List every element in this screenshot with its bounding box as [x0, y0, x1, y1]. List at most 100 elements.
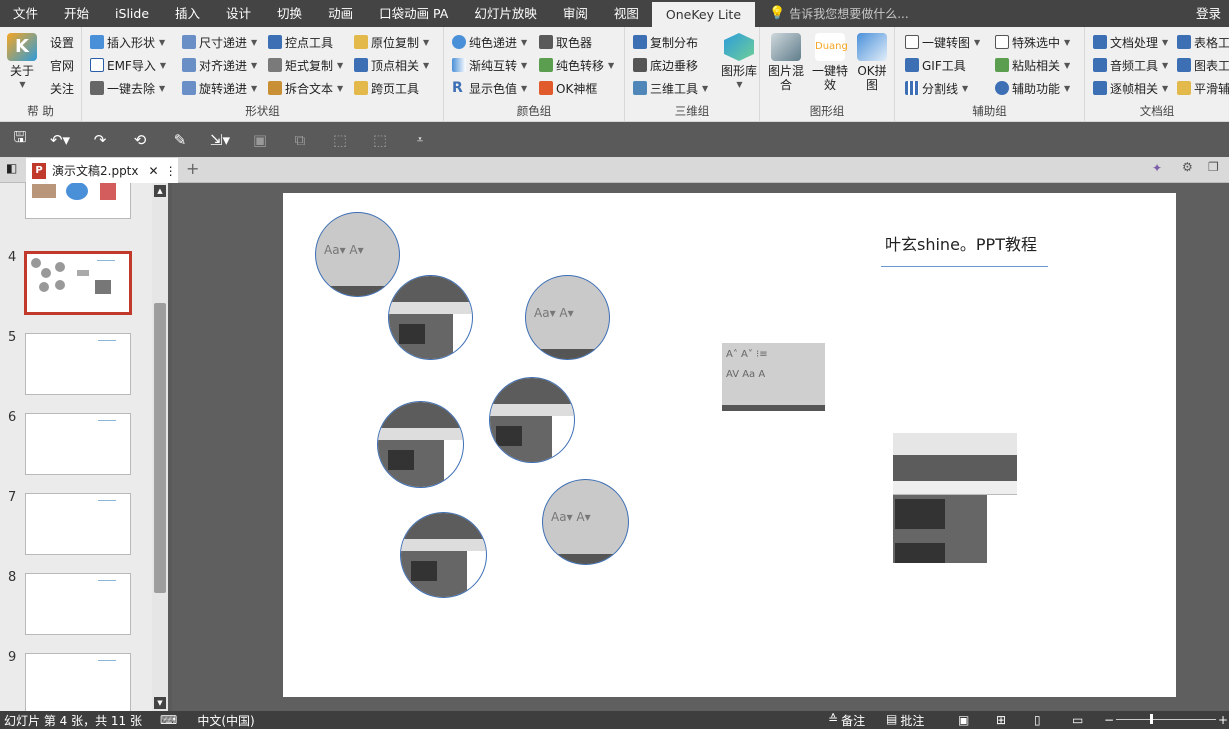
aux-func-button[interactable]: 辅助功能 ▼: [995, 78, 1070, 98]
divider-button[interactable]: 分割线 ▼: [905, 78, 968, 98]
circle-crop-image[interactable]: [388, 275, 473, 360]
slide-thumbnail[interactable]: [25, 333, 131, 395]
size-step-button[interactable]: 尺寸递进 ▼: [182, 32, 257, 52]
notes-button[interactable]: ≙ 备注: [828, 712, 865, 729]
window-screenshot-image[interactable]: [893, 433, 1017, 563]
tab-onekey-lite[interactable]: OneKey Lite: [651, 2, 756, 27]
slide-thumbnail[interactable]: [25, 493, 131, 555]
paste-related-button[interactable]: 粘贴相关 ▼: [995, 55, 1070, 75]
slide-sorter-icon[interactable]: ⊞: [996, 713, 1006, 727]
audio-tool-button[interactable]: 音频工具 ▼: [1093, 55, 1168, 75]
gradient-swap-button[interactable]: 渐纯互转 ▼: [452, 55, 527, 75]
redo-icon[interactable]: ↷: [80, 131, 120, 149]
circle-crop-image[interactable]: [400, 512, 487, 598]
undo-icon[interactable]: ↶▾: [40, 131, 80, 149]
tab-animation[interactable]: 动画: [315, 0, 366, 27]
tab-home[interactable]: 开始: [51, 0, 102, 27]
insert-shape-button[interactable]: 插入形状 ▼: [90, 32, 165, 52]
refresh-icon[interactable]: ⟲: [120, 131, 160, 149]
slide-thumbnail[interactable]: [25, 413, 131, 475]
slide-thumbnail[interactable]: [25, 653, 131, 711]
settings-button[interactable]: 设置: [50, 32, 74, 52]
gear-icon[interactable]: ⚙: [1182, 160, 1193, 174]
slide-thumbnail-selected[interactable]: [24, 251, 132, 315]
table-tool-button[interactable]: 表格工: [1177, 32, 1229, 52]
slideshow-icon[interactable]: ▭: [1072, 713, 1083, 727]
tab-pocket-animation[interactable]: 口袋动画 PA: [366, 0, 461, 27]
brush-icon[interactable]: ✎: [160, 131, 200, 149]
one-remove-button[interactable]: 一键去除 ▼: [90, 78, 165, 98]
zoom-out-icon[interactable]: −: [1104, 713, 1114, 727]
solid-transfer-button[interactable]: 纯色转移 ▼: [539, 55, 614, 75]
bottom-stack-button[interactable]: 底边垂移: [633, 55, 698, 75]
tell-me-box[interactable]: 💡 告诉我您想要做什么...: [769, 5, 909, 22]
slide-thumbnail[interactable]: [25, 183, 131, 219]
original-copy-button[interactable]: 原位复制 ▼: [354, 32, 429, 52]
align-step-button[interactable]: 对齐递进 ▼: [182, 55, 257, 75]
tab-transition[interactable]: 切换: [264, 0, 315, 27]
login-button[interactable]: 登录: [1196, 0, 1221, 27]
new-tab-icon[interactable]: +: [186, 159, 199, 178]
bring-front-icon[interactable]: ⬚: [320, 131, 360, 149]
ribbon-screenshot-image[interactable]: A˄ A˅ ⁝≡ AV Aa A: [722, 343, 825, 411]
doc-process-button[interactable]: 文档处理 ▼: [1093, 32, 1168, 52]
comments-button[interactable]: ▤ 批注: [886, 712, 924, 729]
tab-view[interactable]: 视图: [601, 0, 652, 27]
tab-slideshow[interactable]: 幻灯片放映: [461, 0, 550, 27]
normal-view-icon[interactable]: ▣: [958, 713, 969, 727]
smooth-button[interactable]: 平滑辅: [1177, 78, 1229, 98]
circle-crop-image[interactable]: Aa▾ A▾: [315, 212, 400, 297]
matrix-copy-button[interactable]: 矩式复制 ▼: [268, 55, 343, 75]
tab-islide[interactable]: iSlide: [102, 0, 162, 27]
slide-title[interactable]: 叶玄shine。PPT教程: [885, 231, 1037, 255]
split-text-button[interactable]: 拆合文本 ▼: [268, 78, 343, 98]
sidebar-toggle-icon[interactable]: ◧: [6, 161, 17, 175]
chart-tool-button[interactable]: 图表工: [1177, 55, 1229, 75]
control-tool-button[interactable]: 控点工具: [268, 32, 333, 52]
thumbnail-scrollbar[interactable]: ▲ ▼: [152, 183, 168, 711]
ok-frame-button[interactable]: OK神框: [539, 78, 597, 98]
spellcheck-icon[interactable]: ⌨: [160, 713, 177, 727]
ok-puzzle-button[interactable]: OK拼图: [852, 33, 892, 92]
gif-tool-button[interactable]: GIF工具: [905, 55, 966, 75]
save-icon[interactable]: 🖫: [0, 127, 40, 152]
emf-import-button[interactable]: EMF导入 ▼: [90, 55, 166, 75]
zoom-slider-thumb[interactable]: [1150, 714, 1153, 724]
image-mix-button[interactable]: 图片混合: [766, 33, 806, 92]
follow-button[interactable]: 关注: [50, 78, 74, 98]
color-picker-button[interactable]: 取色器: [539, 32, 592, 52]
one-screenshot-button[interactable]: 一键转图 ▼: [905, 32, 980, 52]
close-icon[interactable]: ✕: [149, 164, 159, 178]
circle-crop-image[interactable]: [377, 401, 464, 488]
scroll-up-icon[interactable]: ▲: [154, 185, 166, 197]
more-icon[interactable]: ⋮: [165, 164, 177, 178]
circle-crop-image[interactable]: Aa▾ A▾: [525, 275, 610, 360]
zoom-slider[interactable]: [1116, 714, 1216, 724]
group-icon[interactable]: ▣: [240, 131, 280, 149]
slide-thumbnail[interactable]: [25, 573, 131, 635]
shape-library-button[interactable]: 图形库 ▼: [721, 33, 757, 92]
document-tab[interactable]: P 演示文稿2.pptx ✕ ⋮: [26, 158, 178, 183]
reading-view-icon[interactable]: ▯: [1034, 713, 1041, 727]
frame-related-button[interactable]: 逐帧相关 ▼: [1093, 78, 1168, 98]
about-button[interactable]: K 关于 ▼: [4, 33, 40, 92]
rotate-step-button[interactable]: 旋转递进 ▼: [182, 78, 257, 98]
customize-icon[interactable]: ⩡: [400, 133, 440, 147]
tab-review[interactable]: 审阅: [550, 0, 601, 27]
special-select-button[interactable]: 特殊选中 ▼: [995, 32, 1070, 52]
language-indicator[interactable]: 中文(中国): [197, 712, 254, 729]
vertex-related-button[interactable]: 顶点相关 ▼: [354, 55, 429, 75]
tab-design[interactable]: 设计: [213, 0, 264, 27]
send-back-icon[interactable]: ⬚: [360, 131, 400, 149]
scroll-down-icon[interactable]: ▼: [154, 697, 166, 709]
tab-file[interactable]: 文件: [0, 0, 51, 27]
cross-page-button[interactable]: 跨页工具: [354, 78, 419, 98]
zoom-in-icon[interactable]: +: [1218, 713, 1228, 727]
solid-step-button[interactable]: 纯色递进 ▼: [452, 32, 527, 52]
one-effect-button[interactable]: Duang 一键特效: [810, 33, 850, 92]
pointer-icon[interactable]: ⇲▾: [200, 131, 240, 149]
magic-icon[interactable]: ✦: [1152, 161, 1162, 175]
website-button[interactable]: 官网: [50, 55, 74, 75]
copy-distribute-button[interactable]: 复制分布: [633, 32, 698, 52]
scroll-thumb[interactable]: [154, 303, 166, 593]
